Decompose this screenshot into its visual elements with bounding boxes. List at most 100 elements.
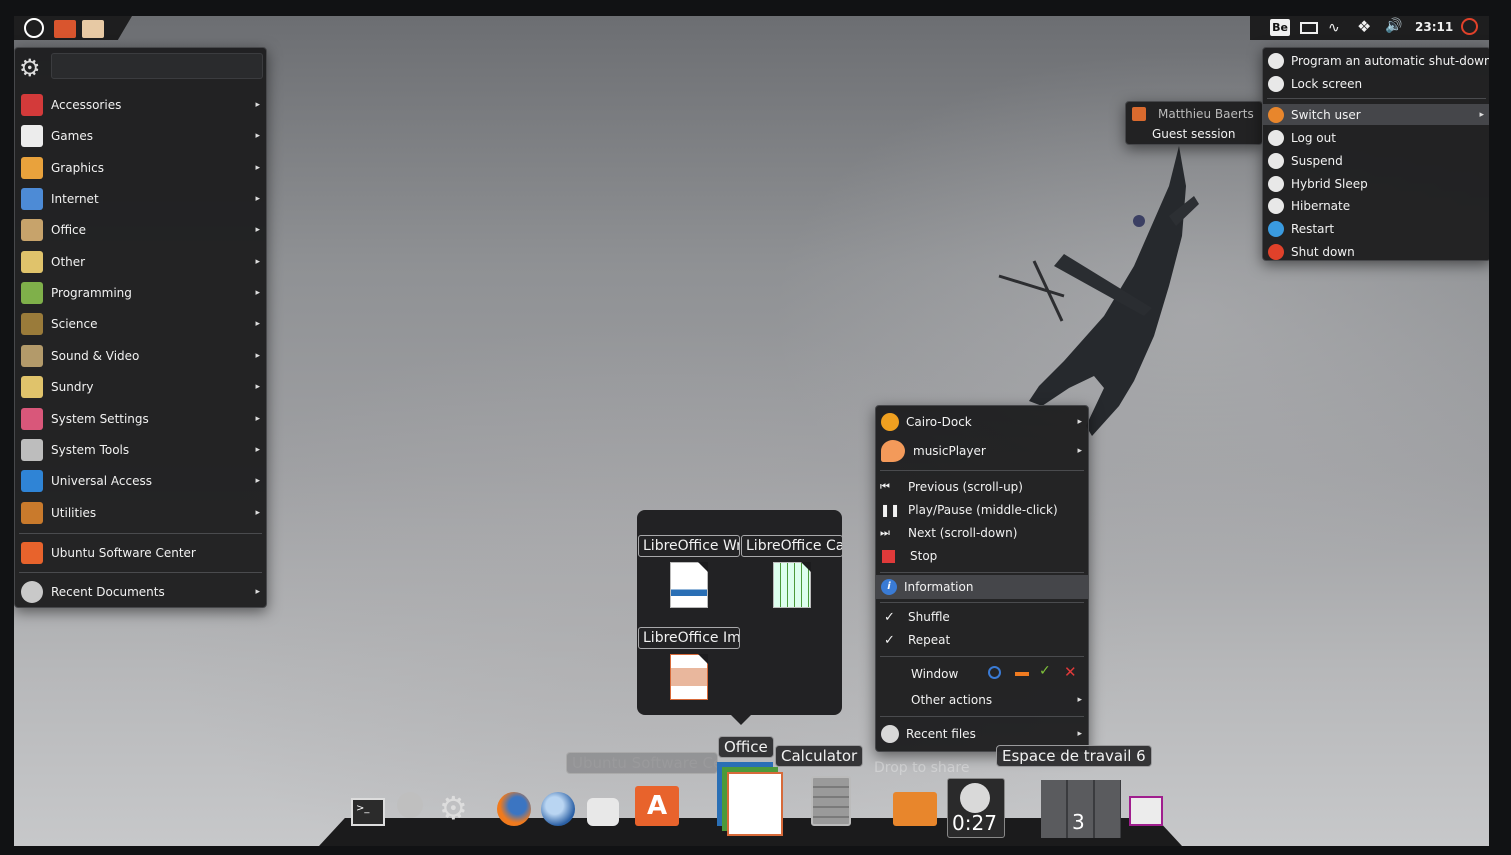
calculator-icon[interactable] [811, 776, 851, 826]
other-actions-item[interactable]: Other actions ▸ [876, 689, 1088, 711]
libreoffice-impress-tile[interactable]: LibreOffice Impress [638, 627, 740, 715]
dropbox-icon[interactable]: ❖ [1357, 17, 1371, 36]
close-icon[interactable]: ✕ [1064, 663, 1077, 681]
stop-item[interactable]: Stop [876, 545, 1088, 567]
category-programming[interactable]: Programming ▸ [15, 279, 266, 307]
chat-icon[interactable] [587, 798, 619, 826]
office-stack-icon[interactable] [727, 772, 783, 836]
session-item-lock-screen[interactable]: Lock screen [1263, 73, 1489, 94]
menu-item-label: Universal Access [51, 474, 152, 489]
window-item[interactable]: Window ✓ ✕ [876, 663, 1088, 685]
gears-icon: ⚙ [19, 54, 41, 82]
menu-item-label: Sundry [51, 380, 94, 395]
recent-files-item[interactable]: Recent files ▸ [876, 722, 1088, 746]
chevron-right-icon: ▸ [1077, 446, 1082, 456]
menu-item-label: Program an automatic shut-down [1291, 53, 1489, 68]
category-science[interactable]: Science ▸ [15, 310, 266, 338]
menu-item-label: Recent files [906, 727, 976, 741]
previous-item[interactable]: ⏮ Previous (scroll-up) [876, 476, 1088, 498]
session-item-suspend[interactable]: Suspend [1263, 150, 1489, 171]
shuffle-item[interactable]: ✓ Shuffle [876, 606, 1088, 628]
menu-item-label: Play/Pause (middle-click) [908, 503, 1058, 517]
category-utilities[interactable]: Utilities ▸ [15, 499, 266, 527]
checkmark-app-icon[interactable] [397, 792, 423, 818]
session-item-log-out[interactable]: Log out [1263, 127, 1489, 148]
chevron-right-icon: ▸ [1077, 417, 1082, 427]
ubuntu-software-center-item[interactable]: Ubuntu Software Center [15, 540, 266, 566]
category-office[interactable]: Office ▸ [15, 216, 266, 244]
mail-icon[interactable] [1300, 22, 1318, 34]
category-system-settings[interactable]: System Settings ▸ [15, 405, 266, 433]
firefox-icon[interactable] [497, 792, 531, 826]
restart-icon [1268, 220, 1284, 237]
thunderbird-icon[interactable] [541, 792, 575, 826]
chevron-right-icon: ▸ [255, 382, 260, 393]
session-item-program-an-automatic-shut-down[interactable]: Program an automatic shut-down [1263, 50, 1489, 71]
universal-access-icon [21, 470, 43, 493]
terminal-icon[interactable]: >_ [351, 798, 385, 826]
music-player-item[interactable]: musicPlayer ▸ [876, 438, 1088, 464]
category-universal-access[interactable]: Universal Access ▸ [15, 467, 266, 495]
folder-icon[interactable] [82, 20, 104, 38]
session-item-shut-down[interactable]: Shut down [1263, 241, 1489, 262]
keyboard-layout-indicator[interactable]: Be [1270, 19, 1290, 36]
chevron-right-icon: ▸ [255, 131, 260, 142]
maximize-icon[interactable]: ✓ [1039, 663, 1051, 679]
tile-label: LibreOffice Calc [741, 535, 843, 557]
menu-item-label: Ubuntu Software Center [51, 546, 196, 560]
power-icon[interactable] [1461, 18, 1478, 35]
chevron-right-icon: ▸ [255, 288, 260, 299]
minimize-icon[interactable] [1015, 672, 1029, 676]
cairo-dock-item[interactable]: Cairo-Dock ▸ [876, 410, 1088, 434]
system-settings-icon [21, 407, 43, 430]
music-player-dock-icon[interactable]: 0:27 [947, 778, 1005, 838]
dock-context-menu: Cairo-Dock ▸ musicPlayer ▸ ⏮ Previous (s… [875, 405, 1089, 752]
category-graphics[interactable]: Graphics ▸ [15, 154, 266, 182]
session-item-hibernate[interactable]: Hibernate [1263, 195, 1489, 216]
zoom-icon[interactable] [988, 666, 1001, 679]
category-internet[interactable]: Internet ▸ [15, 185, 266, 213]
clock-icon [1268, 52, 1284, 69]
session-item-switch-user[interactable]: Switch user ▸ [1263, 104, 1489, 125]
software-center-dock-label: Ubuntu Software Center [566, 752, 718, 774]
category-games[interactable]: Games ▸ [15, 122, 266, 150]
information-item[interactable]: i Information [876, 575, 1088, 599]
search-input[interactable] [51, 53, 263, 79]
wifi-icon[interactable]: ∿ [1328, 20, 1340, 36]
ubuntu-logo-icon[interactable] [24, 18, 44, 38]
clock[interactable]: 23:11 [1415, 20, 1453, 34]
repeat-item[interactable]: ✓ Repeat [876, 629, 1088, 651]
guest-session-item[interactable]: Guest session [1126, 124, 1262, 143]
category-accessories[interactable]: Accessories ▸ [15, 91, 266, 119]
sound-video-icon [21, 344, 43, 367]
calc-document-icon [773, 562, 811, 608]
software-center-icon[interactable]: A [635, 786, 679, 826]
play-pause-item[interactable]: ❚❚ Play/Pause (middle-click) [876, 499, 1088, 521]
session-item-restart[interactable]: Restart [1263, 218, 1489, 239]
drop-to-share-folder-icon[interactable] [893, 792, 937, 826]
chevron-right-icon: ▸ [1077, 695, 1082, 705]
workspace-count: 3 [1072, 810, 1085, 834]
workspace-switcher-icon[interactable]: 3 [1041, 780, 1121, 838]
session-menu: Program an automatic shut-down Lock scree… [1262, 47, 1489, 261]
libreoffice-calc-tile[interactable]: LibreOffice Calc [741, 535, 843, 623]
menu-item-label: Sound & Video [51, 348, 140, 363]
next-item[interactable]: ⏭ Next (scroll-down) [876, 522, 1088, 544]
volume-icon[interactable]: 🔊 [1385, 18, 1402, 34]
menu-item-label: System Settings [51, 411, 149, 426]
category-sundry[interactable]: Sundry ▸ [15, 373, 266, 401]
user-item[interactable]: Matthieu Baerts [1126, 104, 1262, 123]
recent-documents-item[interactable]: Recent Documents ▸ [15, 579, 266, 605]
window-app-icon[interactable] [1129, 796, 1163, 826]
files-icon[interactable] [54, 20, 76, 38]
libreoffice-writer-tile[interactable]: LibreOffice Writer [638, 535, 740, 623]
settings-icon[interactable]: ⚙ [439, 790, 475, 826]
category-sound-video[interactable]: Sound & Video ▸ [15, 342, 266, 370]
session-item-hybrid-sleep[interactable]: Hybrid Sleep [1263, 173, 1489, 194]
separator [880, 572, 1084, 573]
category-other[interactable]: Other ▸ [15, 248, 266, 276]
category-system-tools[interactable]: System Tools ▸ [15, 436, 266, 464]
menu-item-label: Utilities [51, 505, 97, 520]
chevron-right-icon: ▸ [255, 319, 260, 330]
application-menu: ⚙ Accessories ▸ Games ▸ Graphics ▸ Internet ▸ Of… [14, 47, 267, 608]
